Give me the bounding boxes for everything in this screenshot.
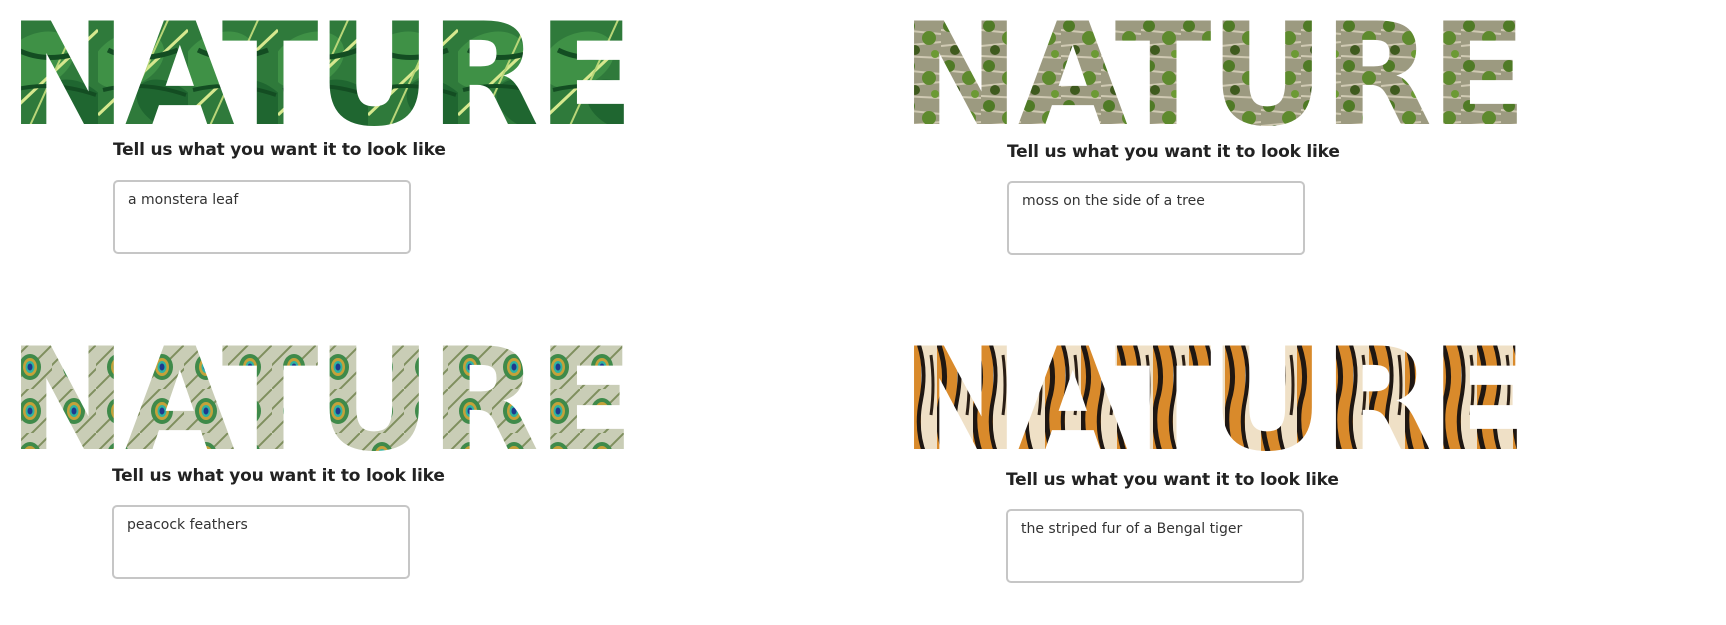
textured-word-preview: NATURE bbox=[8, 20, 830, 130]
style-panel-tiger: NATURE Tell us what you want it to look … bbox=[893, 325, 1723, 625]
style-panel-monstera: NATURE Tell us what you want it to look … bbox=[0, 0, 830, 300]
svg-text:NATURE: NATURE bbox=[901, 345, 1525, 455]
prompt-label: Tell us what you want it to look like bbox=[112, 466, 445, 486]
prompt-input[interactable]: a monstera leaf bbox=[113, 180, 411, 254]
textured-word-preview: NATURE bbox=[8, 345, 830, 455]
monstera-texture-icon: NATURE bbox=[8, 20, 634, 130]
prompt-input[interactable]: the striped fur of a Bengal tiger bbox=[1006, 509, 1304, 583]
tiger-stripes-texture-icon: NATURE bbox=[901, 345, 1527, 455]
prompt-label: Tell us what you want it to look like bbox=[113, 140, 446, 160]
moss-texture-icon: NATURE bbox=[901, 20, 1527, 130]
prompt-input[interactable]: peacock feathers bbox=[112, 505, 410, 579]
prompt-input[interactable]: moss on the side of a tree bbox=[1007, 181, 1305, 255]
prompt-label: Tell us what you want it to look like bbox=[1007, 142, 1340, 162]
style-panel-peacock: NATURE Tell us what you want it to look … bbox=[0, 325, 830, 625]
svg-text:NATURE: NATURE bbox=[8, 20, 632, 130]
peacock-feather-texture-icon: NATURE bbox=[8, 345, 634, 455]
textured-word-preview: NATURE bbox=[901, 20, 1723, 130]
svg-text:NATURE: NATURE bbox=[901, 20, 1525, 130]
textured-word-preview: NATURE bbox=[901, 345, 1723, 455]
prompt-label: Tell us what you want it to look like bbox=[1006, 470, 1339, 490]
svg-text:NATURE: NATURE bbox=[8, 345, 632, 455]
style-panel-moss: NATURE Tell us what you want it to look … bbox=[893, 0, 1723, 300]
